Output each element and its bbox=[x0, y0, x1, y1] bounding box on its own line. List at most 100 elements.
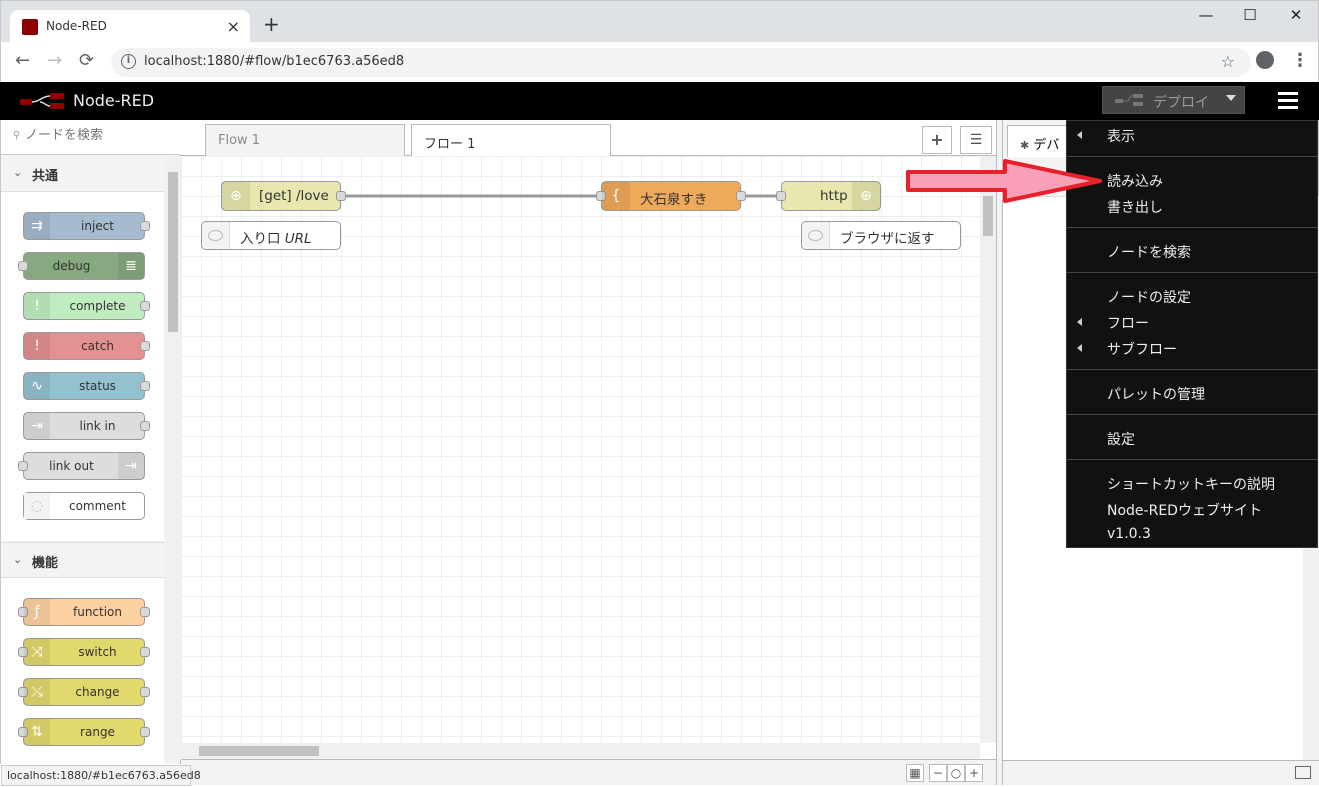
flow-node-label: http bbox=[820, 188, 848, 204]
comment-icon bbox=[202, 222, 230, 249]
output-port bbox=[140, 607, 150, 617]
input-port[interactable] bbox=[776, 191, 786, 201]
site-info-icon[interactable]: i bbox=[121, 54, 136, 69]
flow-node-http-in[interactable]: ⊕ [get] /love bbox=[221, 181, 346, 211]
zoom-out-button[interactable]: − bbox=[929, 764, 947, 782]
output-port bbox=[140, 301, 150, 311]
sidebar-footer bbox=[1003, 760, 1319, 785]
category-body-function: ƒ function ⤨ switch ⤯ change ⇅ range bbox=[1, 578, 164, 764]
menu-item-subflows[interactable]: サブフロー bbox=[1107, 339, 1177, 359]
menu-item-view[interactable]: 表示 bbox=[1107, 126, 1135, 146]
menu-item-node-config[interactable]: ノードの設定 bbox=[1107, 287, 1191, 307]
menu-item-import[interactable]: 読み込み bbox=[1107, 171, 1163, 191]
back-icon[interactable]: ← bbox=[15, 50, 30, 71]
browser-menu-icon[interactable]: ⋮ bbox=[1291, 50, 1309, 71]
maximize-window-icon[interactable]: ☐ bbox=[1235, 6, 1265, 24]
navigator-map-icon[interactable]: ▦ bbox=[906, 764, 924, 782]
add-flow-button[interactable]: + bbox=[922, 126, 952, 154]
menu-item-settings[interactable]: 設定 bbox=[1107, 429, 1135, 449]
url-text[interactable]: localhost:1880/#flow/b1ec6763.a56ed8 bbox=[144, 54, 404, 69]
close-window-icon[interactable]: ✕ bbox=[1281, 6, 1311, 24]
menu-item-export[interactable]: 書き出し bbox=[1107, 197, 1163, 217]
deploy-button[interactable]: デプロイ bbox=[1102, 86, 1245, 114]
palette-node-label: range bbox=[80, 725, 115, 739]
profile-avatar-icon[interactable] bbox=[1256, 51, 1274, 69]
globe-icon: ⊕ bbox=[222, 182, 250, 210]
submenu-caret-icon bbox=[1077, 318, 1082, 326]
globe-icon: ⊕ bbox=[852, 182, 880, 210]
comment-label: ブラウザに返す bbox=[840, 231, 935, 247]
node-red-favicon-icon bbox=[22, 19, 38, 35]
palette-scrollbar[interactable] bbox=[165, 156, 181, 760]
output-port[interactable] bbox=[736, 191, 746, 201]
canvas-horizontal-scrollbar-thumb[interactable] bbox=[199, 746, 319, 756]
palette-node-complete[interactable]: ! complete bbox=[23, 292, 150, 320]
palette-node-change[interactable]: ⤯ change bbox=[18, 678, 150, 706]
change-icon: ⤯ bbox=[24, 679, 50, 705]
flow-node-label: [get] /love bbox=[259, 188, 329, 204]
deploy-dropdown-caret-icon[interactable] bbox=[1226, 95, 1236, 101]
browser-tab[interactable]: Node-RED × bbox=[10, 10, 250, 44]
palette-node-comment[interactable]: ◌ comment bbox=[23, 492, 145, 520]
flow-node-http-response[interactable]: http ⊕ bbox=[776, 181, 881, 211]
category-body-common: ⇉ inject debug ≣ ! complete ! catch ∿ st… bbox=[1, 192, 164, 541]
palette-node-function[interactable]: ƒ function bbox=[18, 598, 150, 626]
status-icon: ∿ bbox=[24, 373, 50, 399]
zoom-in-button[interactable]: + bbox=[965, 764, 983, 782]
canvas-horizontal-scrollbar[interactable] bbox=[181, 743, 980, 759]
menu-item-website[interactable]: Node-REDウェブサイト bbox=[1107, 500, 1262, 520]
chevron-down-icon: ⌄ bbox=[13, 166, 23, 179]
comment-icon: ◌ bbox=[24, 493, 50, 519]
output-port bbox=[140, 341, 150, 351]
browser-toolbar: ← → ⟳ i localhost:1880/#flow/b1ec6763.a5… bbox=[0, 42, 1319, 82]
menu-item-manage-palette[interactable]: パレットの管理 bbox=[1107, 384, 1205, 404]
flow-canvas[interactable]: ⊕ [get] /love { 大石泉すき http ⊕ 入り口 URL ブラウ… bbox=[181, 156, 980, 743]
monitor-icon[interactable] bbox=[1295, 766, 1311, 779]
address-bar[interactable]: i localhost:1880/#flow/b1ec6763.a56ed8 ☆ bbox=[111, 48, 1251, 77]
menu-item-version: v1.0.3 bbox=[1107, 526, 1151, 542]
palette-node-label: comment bbox=[68, 499, 126, 513]
flow-node-template[interactable]: { 大石泉すき bbox=[596, 181, 746, 211]
link-out-icon: ⇥ bbox=[118, 453, 144, 479]
menu-item-flows[interactable]: フロー bbox=[1107, 313, 1149, 333]
reload-icon[interactable]: ⟳ bbox=[79, 50, 94, 71]
output-port[interactable] bbox=[336, 191, 346, 201]
new-tab-button[interactable]: + bbox=[263, 14, 280, 34]
category-header-function[interactable]: ⌄ 機能 bbox=[1, 542, 164, 578]
palette-node-link-in[interactable]: ⇥ link in bbox=[23, 412, 150, 440]
palette-search-input[interactable] bbox=[25, 128, 155, 143]
palette-scrollbar-thumb[interactable] bbox=[168, 172, 178, 332]
palette-node-debug[interactable]: debug ≣ bbox=[18, 252, 145, 280]
palette-node-label: catch bbox=[81, 339, 114, 353]
close-tab-icon[interactable]: × bbox=[227, 17, 240, 36]
main-menu-hamburger-icon[interactable] bbox=[1278, 92, 1298, 109]
menu-item-keyboard-shortcuts[interactable]: ショートカットキーの説明 bbox=[1107, 474, 1275, 494]
output-port bbox=[140, 727, 150, 737]
node-red-header: Node-RED デプロイ bbox=[0, 82, 1319, 120]
tab-flow-1[interactable]: Flow 1 bbox=[205, 124, 405, 156]
menu-divider bbox=[1067, 414, 1317, 415]
comment-node-return-browser[interactable]: ブラウザに返す bbox=[801, 221, 961, 250]
deploy-icon bbox=[1115, 94, 1143, 106]
palette-node-link-out[interactable]: link out ⇥ bbox=[18, 452, 145, 480]
zoom-reset-button[interactable]: ○ bbox=[947, 764, 965, 782]
menu-item-search-nodes[interactable]: ノードを検索 bbox=[1107, 242, 1191, 262]
palette-node-range[interactable]: ⇅ range bbox=[18, 718, 150, 746]
forward-icon[interactable]: → bbox=[47, 50, 62, 71]
app-title: Node-RED bbox=[73, 91, 155, 110]
tab-flow-1-jp[interactable]: フロー 1 bbox=[411, 124, 611, 157]
comment-node-entry-url[interactable]: 入り口 URL bbox=[201, 221, 341, 250]
palette-node-status[interactable]: ∿ status bbox=[23, 372, 150, 400]
minimize-window-icon[interactable]: — bbox=[1191, 6, 1221, 24]
canvas-vertical-scrollbar[interactable] bbox=[980, 156, 996, 743]
bookmark-star-icon[interactable]: ☆ bbox=[1221, 52, 1235, 71]
category-header-common[interactable]: ⌄ 共通 bbox=[1, 156, 164, 192]
sidebar-separator[interactable] bbox=[996, 120, 1003, 785]
palette-node-inject[interactable]: ⇉ inject bbox=[23, 212, 150, 240]
palette-node-catch[interactable]: ! catch bbox=[23, 332, 150, 360]
output-port bbox=[140, 687, 150, 697]
palette-node-label: status bbox=[79, 379, 116, 393]
list-flows-button[interactable]: ☰ bbox=[960, 126, 992, 154]
palette-node-switch[interactable]: ⤨ switch bbox=[18, 638, 150, 666]
palette-node-label: debug bbox=[52, 259, 91, 273]
